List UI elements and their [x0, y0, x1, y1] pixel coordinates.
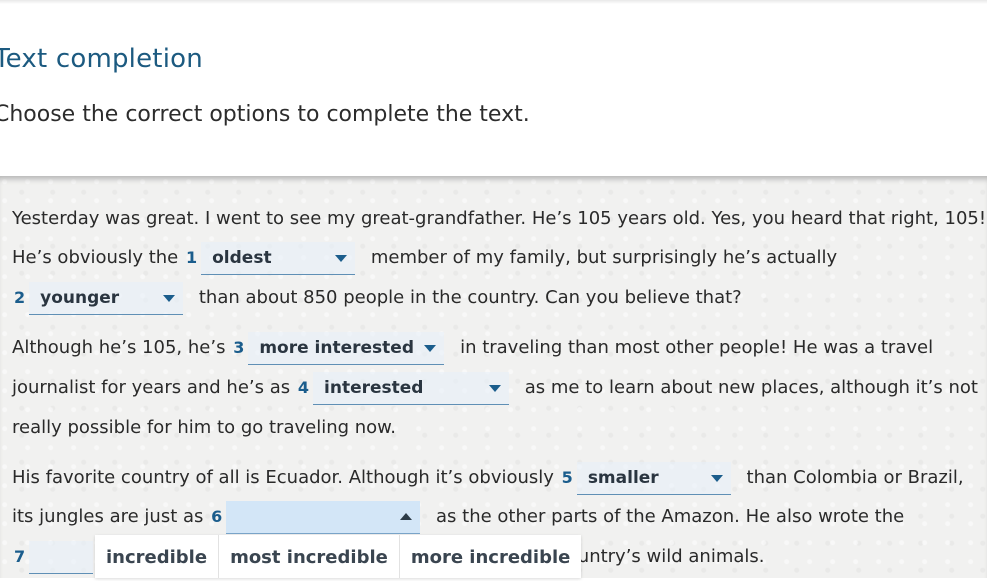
passage-text: than about 850 people in the country. Ca… — [198, 287, 742, 308]
blank-number: 6 — [211, 507, 223, 526]
blank-4-dropdown[interactable]: interested — [313, 371, 510, 405]
passage-text: His favorite country of all is Ecuador. … — [12, 467, 554, 488]
passage-line-4: Although he’s 105, he’s 3 more interested… — [12, 331, 933, 365]
passage-text: as me to learn about new places, althoug… — [524, 377, 978, 398]
exercise-header: Text completion Choose the correct optio… — [0, 0, 987, 176]
dropdown-option[interactable]: most incredible — [219, 535, 400, 578]
dropdown-option[interactable]: more incredible — [400, 535, 582, 578]
passage-text: as the other parts of the Amazon. He als… — [436, 506, 905, 527]
blank-number: 7 — [14, 547, 26, 566]
dropdown-value: oldest — [212, 247, 272, 268]
passage-text: Yesterday was great. I went to see my gr… — [12, 208, 987, 229]
passage-line-1: Yesterday was great. I went to see my gr… — [12, 202, 986, 236]
passage-line-8: its jungles are just as 6 as the other p… — [12, 500, 904, 534]
passage-text: journalist for years and he’s as — [12, 377, 291, 398]
passage-text: really possible for him to go traveling … — [12, 417, 396, 438]
blank-number: 3 — [233, 338, 245, 357]
blank-2-dropdown[interactable]: younger — [29, 281, 184, 315]
page-title: Text completion — [0, 44, 203, 74]
chevron-down-icon — [489, 384, 502, 392]
blank-6-dropdown[interactable] — [226, 500, 421, 534]
dropdown-option[interactable]: incredible — [95, 535, 220, 578]
passage-text: its jungles are just as — [12, 506, 204, 527]
blank-number: 4 — [297, 378, 310, 397]
blank-number: 5 — [561, 468, 573, 487]
chevron-down-icon — [710, 474, 723, 482]
passage-text: than Colombia or Brazil, — [746, 467, 964, 488]
passage-text: country’s wild animals. — [556, 546, 765, 567]
passage-line-7: His favorite country of all is Ecuador. … — [12, 461, 964, 495]
chevron-down-icon — [424, 344, 437, 352]
blank-number: 2 — [14, 288, 26, 307]
top-divider — [0, 0, 987, 4]
dropdown-value: more interested — [259, 337, 414, 358]
passage-line-3: 2 younger than about 850 people in the co… — [12, 281, 742, 315]
passage-line-2: He’s obviously the 1 oldest member of my … — [12, 241, 837, 275]
dropdown-value: younger — [40, 287, 120, 308]
blank-7-dropdown[interactable] — [29, 540, 94, 574]
blank-5-dropdown[interactable]: smaller — [576, 461, 731, 495]
chevron-down-icon — [163, 294, 176, 302]
passage-text: He’s obviously the — [12, 247, 179, 268]
dropdown-options-menu: incredible most incredible more incredib… — [95, 535, 582, 578]
blank-3-dropdown[interactable]: more interested — [248, 331, 445, 365]
passage-text: in traveling than most other people! He … — [460, 337, 934, 358]
chevron-down-icon — [335, 254, 348, 262]
passage-text: Although he’s 105, he’s — [12, 337, 226, 358]
chevron-up-icon — [400, 512, 413, 520]
passage-text: member of my family, but surprisingly he… — [370, 247, 838, 268]
blank-1-dropdown[interactable]: oldest — [201, 241, 356, 275]
blank-number: 1 — [185, 248, 198, 267]
dropdown-value: interested — [324, 377, 424, 398]
passage-line-5: journalist for years and he’s as 4 intere… — [12, 371, 978, 405]
passage-line-6: really possible for him to go traveling … — [12, 411, 396, 445]
dropdown-value: smaller — [587, 467, 659, 488]
instruction-text: Choose the correct options to complete t… — [0, 102, 530, 127]
